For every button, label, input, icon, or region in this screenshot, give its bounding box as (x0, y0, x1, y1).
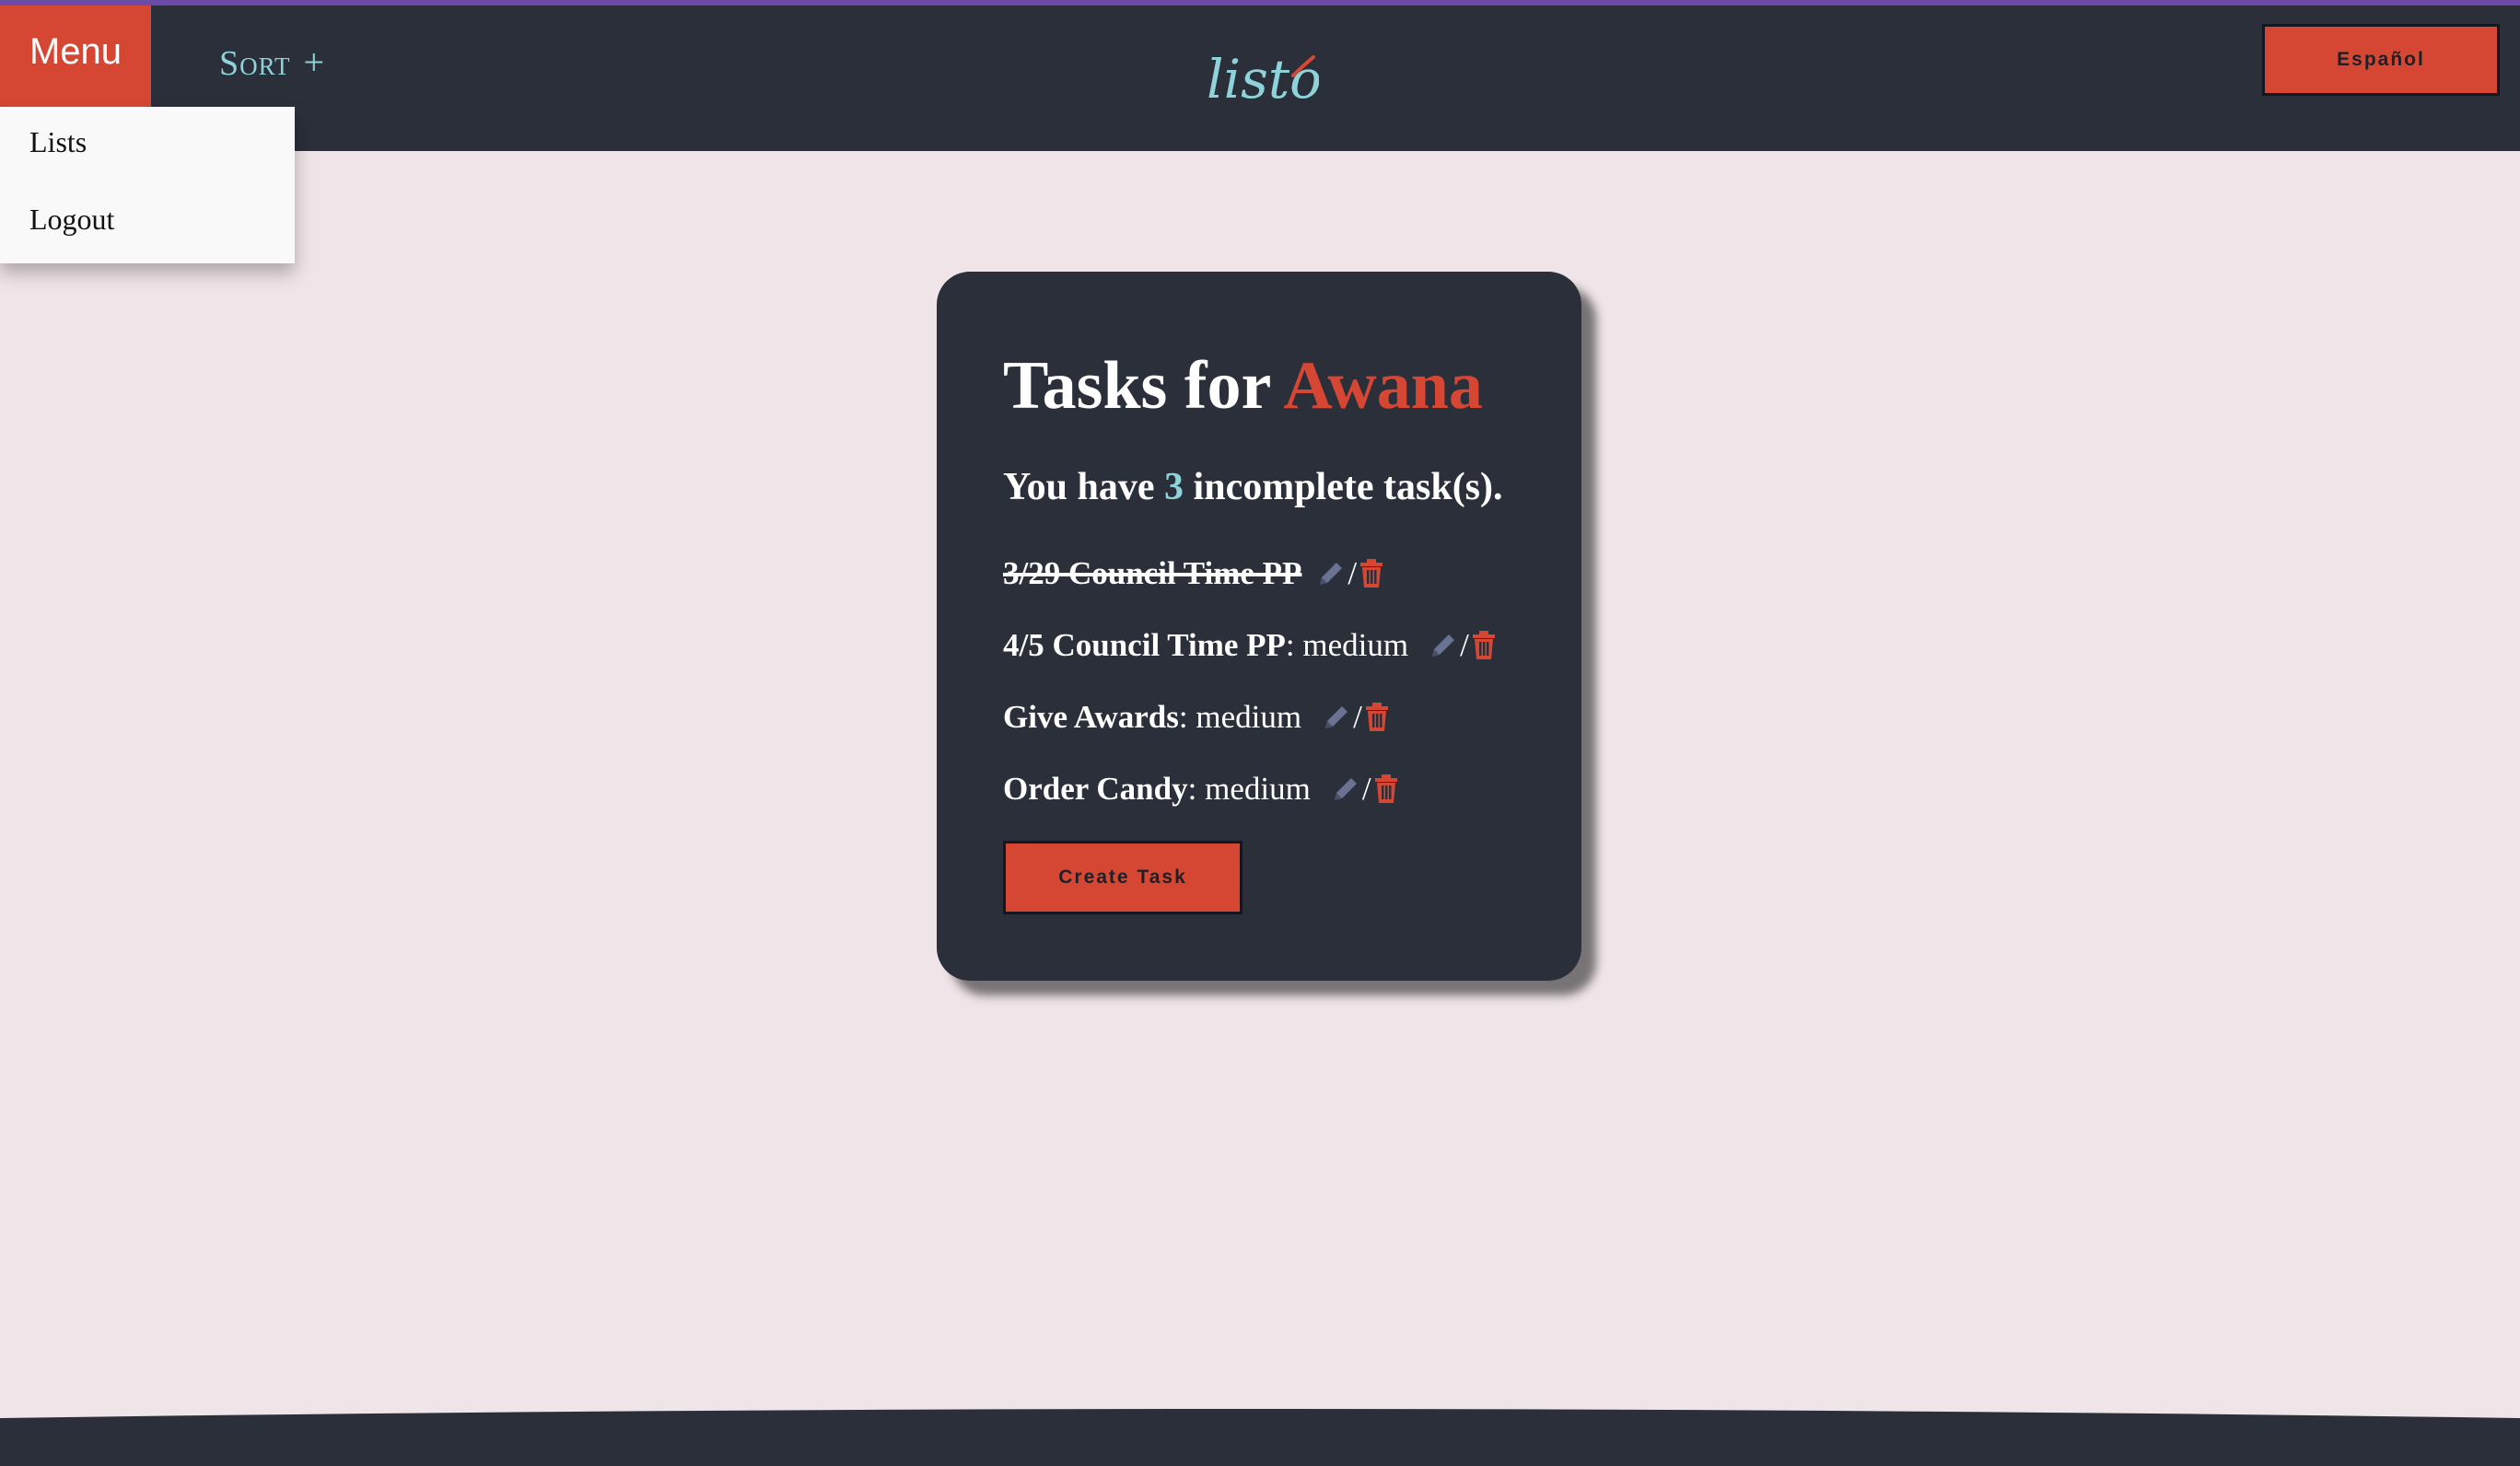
pencil-icon[interactable] (1331, 774, 1360, 804)
title-prefix: Tasks for (1003, 348, 1284, 424)
trash-icon[interactable] (1364, 703, 1390, 732)
task-name[interactable]: 4/5 Council Time PP (1003, 627, 1286, 664)
pencil-icon[interactable] (1322, 703, 1351, 732)
action-separator: / (1361, 771, 1371, 807)
list-name: Awana (1283, 348, 1483, 424)
trash-icon[interactable] (1471, 631, 1497, 660)
task-priority: : medium (1187, 771, 1311, 807)
task-priority: : medium (1285, 627, 1409, 663)
create-task-button[interactable]: Create Task (1003, 841, 1242, 914)
footer (0, 1409, 2520, 1466)
task-card: Tasks for Awana You have 3 incomplete ta… (937, 272, 1581, 981)
summary-suffix: incomplete task(s). (1184, 466, 1503, 508)
incomplete-count: 3 (1164, 466, 1184, 508)
listo-logo[interactable]: listo (1203, 39, 1319, 112)
page-title: Tasks for Awana (1003, 347, 1483, 425)
pencil-icon[interactable] (1429, 631, 1458, 660)
task-item: 3/29 Council Time PP / (1003, 555, 1384, 592)
pencil-icon[interactable] (1316, 559, 1346, 588)
sort-link[interactable]: Sort + (219, 41, 325, 84)
action-separator: / (1353, 699, 1362, 735)
sort-label: Sort (219, 44, 291, 83)
menu-dropdown: Lists Logout (0, 107, 295, 263)
trash-icon[interactable] (1359, 559, 1384, 588)
incomplete-summary: You have 3 incomplete task(s). (1003, 465, 1503, 509)
language-button[interactable]: Español (2262, 24, 2500, 96)
task-name[interactable]: Order Candy (1003, 771, 1188, 808)
action-separator: / (1348, 555, 1358, 591)
trash-icon[interactable] (1373, 774, 1399, 804)
menu-item-lists[interactable]: Lists (29, 125, 87, 159)
menu-button[interactable]: Menu (0, 6, 151, 107)
action-separator: / (1460, 627, 1469, 663)
menu-item-logout[interactable]: Logout (29, 203, 114, 237)
task-priority: : medium (1178, 699, 1302, 735)
task-item: Give Awards: medium / (1003, 699, 1390, 736)
add-list-button[interactable]: + (304, 41, 326, 83)
task-item: 4/5 Council Time PP: medium / (1003, 627, 1497, 664)
logo-text: listo (1207, 48, 1319, 111)
task-name[interactable]: 3/29 Council Time PP (1003, 555, 1301, 592)
task-name[interactable]: Give Awards (1003, 699, 1179, 736)
task-item: Order Candy: medium / (1003, 771, 1399, 808)
summary-prefix: You have (1003, 466, 1165, 508)
